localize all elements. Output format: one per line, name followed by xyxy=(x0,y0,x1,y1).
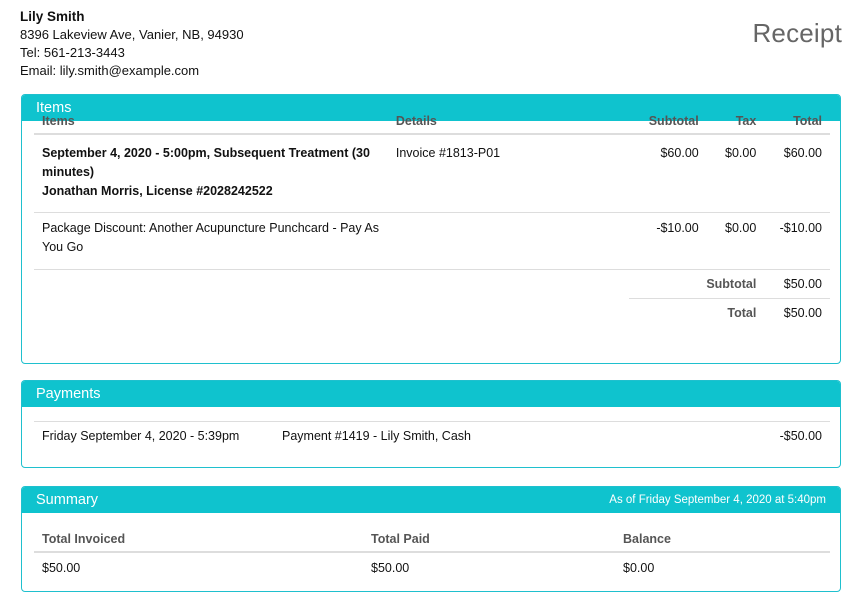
patient-name: Lily Smith xyxy=(20,9,85,24)
table-row: Package Discount: Another Acupuncture Pu… xyxy=(34,212,830,270)
patient-info: Lily Smith 8396 Lakeview Ave, Vanier, NB… xyxy=(20,8,244,80)
item-subtotal: $60.00 xyxy=(629,134,699,213)
item-total: $60.00 xyxy=(756,134,830,213)
page-title: Receipt xyxy=(752,18,842,48)
subtotal-value: $50.00 xyxy=(756,269,830,299)
payment-date: Friday September 4, 2020 - 5:39pm xyxy=(42,429,240,443)
total-invoiced-value: $50.00 xyxy=(42,561,81,575)
total-paid-value: $50.00 xyxy=(371,561,410,575)
payments-panel: Payments Friday September 4, 2020 - 5:39… xyxy=(21,380,841,468)
col-header-total: Total xyxy=(756,109,830,135)
item-tax: $0.00 xyxy=(698,134,757,213)
subtotal-row: Subtotal $50.00 xyxy=(34,269,830,299)
item-cell: September 4, 2020 - 5:00pm, Subsequent T… xyxy=(34,134,396,213)
col-header-items: Items xyxy=(34,109,396,135)
items-table: Items Details Subtotal Tax Total Septemb… xyxy=(34,109,830,327)
item-description: September 4, 2020 - 5:00pm, Subsequent T… xyxy=(42,146,370,179)
total-label: Total xyxy=(727,306,757,320)
patient-address: 8396 Lakeview Ave, Vanier, NB, 94930 xyxy=(20,27,244,42)
item-tax: $0.00 xyxy=(698,212,757,270)
payment-amount: -$50.00 xyxy=(779,429,822,443)
patient-email: Email: lily.smith@example.com xyxy=(20,63,200,78)
summary-table-header: Total Invoiced Total Paid Balance xyxy=(34,527,830,553)
payment-row: Friday September 4, 2020 - 5:39pm Paymen… xyxy=(34,421,830,450)
col-header-total-invoiced: Total Invoiced xyxy=(34,527,371,553)
items-panel: Items Items Details Subtotal Tax Total S… xyxy=(21,94,841,364)
item-cell: Package Discount: Another Acupuncture Pu… xyxy=(34,212,396,270)
item-subtotal: -$10.00 xyxy=(629,212,699,270)
total-value: $50.00 xyxy=(783,306,822,320)
patient-phone: Tel: 561-213-3443 xyxy=(20,45,125,60)
col-header-balance: Balance xyxy=(623,527,830,553)
item-total: -$10.00 xyxy=(756,212,830,270)
summary-table: Total Invoiced Total Paid Balance $50.00… xyxy=(34,527,830,583)
col-header-total-paid: Total Paid xyxy=(371,527,623,553)
summary-panel-header: Summary As of Friday September 4, 2020 a… xyxy=(22,487,840,513)
table-row: September 4, 2020 - 5:00pm, Subsequent T… xyxy=(34,134,830,213)
col-header-subtotal: Subtotal xyxy=(629,109,699,135)
balance-value: $0.00 xyxy=(623,561,655,575)
summary-as-of: As of Friday September 4, 2020 at 5:40pm xyxy=(609,494,826,506)
total-row: Total $50.00 xyxy=(34,299,830,328)
summary-panel: Summary As of Friday September 4, 2020 a… xyxy=(21,486,841,592)
items-table-header: Items Details Subtotal Tax Total xyxy=(34,109,830,135)
col-header-details: Details xyxy=(395,109,630,135)
payment-description: Payment #1419 - Lily Smith, Cash xyxy=(282,429,471,443)
item-details xyxy=(395,212,630,270)
summary-panel-title: Summary xyxy=(36,492,99,508)
item-details: Invoice #1813-P01 xyxy=(395,134,630,213)
item-description: Package Discount: Another Acupuncture Pu… xyxy=(42,221,380,254)
col-header-tax: Tax xyxy=(698,109,757,135)
payments-panel-title: Payments xyxy=(22,381,840,407)
item-practitioner: Jonathan Morris, License #2028242522 xyxy=(42,184,273,198)
subtotal-label: Subtotal xyxy=(629,269,757,299)
summary-row: $50.00 $50.00 $0.00 xyxy=(34,552,830,583)
